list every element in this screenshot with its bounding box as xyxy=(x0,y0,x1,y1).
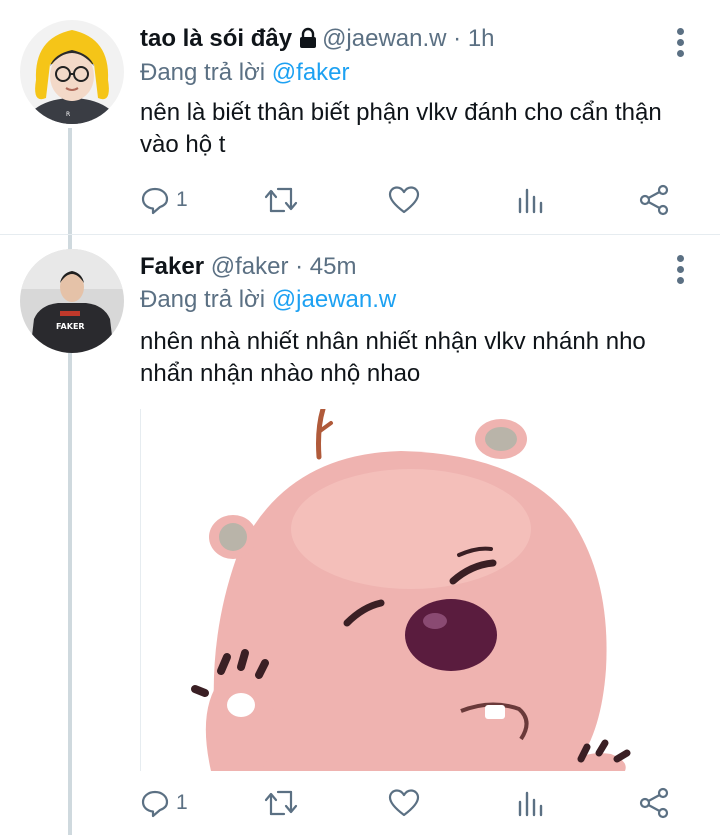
reply-count: 1 xyxy=(176,791,188,814)
retweet-icon xyxy=(264,187,298,213)
more-vertical-icon[interactable] xyxy=(676,255,686,288)
share-button[interactable] xyxy=(638,183,670,217)
heart-icon xyxy=(388,186,420,214)
analytics-icon xyxy=(518,791,543,817)
retweet-button[interactable] xyxy=(264,786,304,820)
retweet-icon xyxy=(264,790,298,816)
tweet-actions: 1 xyxy=(140,786,680,820)
display-name[interactable]: Faker xyxy=(140,253,204,280)
svg-text:R: R xyxy=(66,111,70,118)
user-handle[interactable]: @jaewan.w xyxy=(322,25,446,52)
share-icon xyxy=(639,787,669,819)
display-name[interactable]: tao là sói đây xyxy=(140,25,292,52)
share-icon xyxy=(639,184,669,216)
lock-icon xyxy=(298,27,318,57)
tweet-header: tao là sói đây @jaewan.w · 1h xyxy=(140,24,495,57)
share-button[interactable] xyxy=(638,786,670,820)
replying-to-mention[interactable]: @jaewan.w xyxy=(272,286,396,313)
timestamp[interactable]: 45m xyxy=(310,253,357,280)
more-vertical-icon[interactable] xyxy=(676,28,686,61)
replying-to-label: Đang trả lời xyxy=(140,286,266,313)
tweet[interactable]: FAKER Faker @faker · 45m Đang trả lời @j… xyxy=(0,235,720,835)
replying-to-mention[interactable]: @faker xyxy=(272,59,350,86)
tweet-text: nên là biết thân biết phận vlkv đánh cho… xyxy=(140,99,662,158)
like-button[interactable] xyxy=(388,786,426,820)
reply-button[interactable]: 1 xyxy=(140,183,188,217)
reply-icon xyxy=(141,187,169,215)
separator-dot: · xyxy=(295,253,304,280)
analytics-button[interactable] xyxy=(516,786,546,820)
analytics-icon xyxy=(518,188,543,214)
analytics-button[interactable] xyxy=(516,183,546,217)
svg-text:FAKER: FAKER xyxy=(56,322,85,331)
user-handle[interactable]: @faker xyxy=(211,253,289,280)
separator-dot: · xyxy=(453,25,462,52)
tweet-image[interactable] xyxy=(140,409,692,771)
reply-count: 1 xyxy=(176,188,188,211)
replying-to: Đang trả lời @faker xyxy=(140,58,350,88)
like-button[interactable] xyxy=(388,183,426,217)
tweet-text: nhên nhà nhiết nhân nhiết nhận vlkv nhán… xyxy=(140,328,646,387)
retweet-button[interactable] xyxy=(264,183,304,217)
reply-icon xyxy=(141,790,169,818)
heart-icon xyxy=(388,789,420,817)
tweet-header: Faker @faker · 45m xyxy=(140,252,356,282)
avatar[interactable]: FAKER xyxy=(20,249,124,353)
replying-to-label: Đang trả lời xyxy=(140,59,266,86)
reply-button[interactable]: 1 xyxy=(140,786,188,820)
replying-to: Đang trả lời @jaewan.w xyxy=(140,285,396,315)
timestamp[interactable]: 1h xyxy=(468,25,495,52)
tweet[interactable]: R tao là sói đây @jaewan.w · 1h Đang trả … xyxy=(0,0,720,234)
avatar[interactable]: R xyxy=(20,20,124,124)
tweet-actions: 1 xyxy=(140,183,680,217)
